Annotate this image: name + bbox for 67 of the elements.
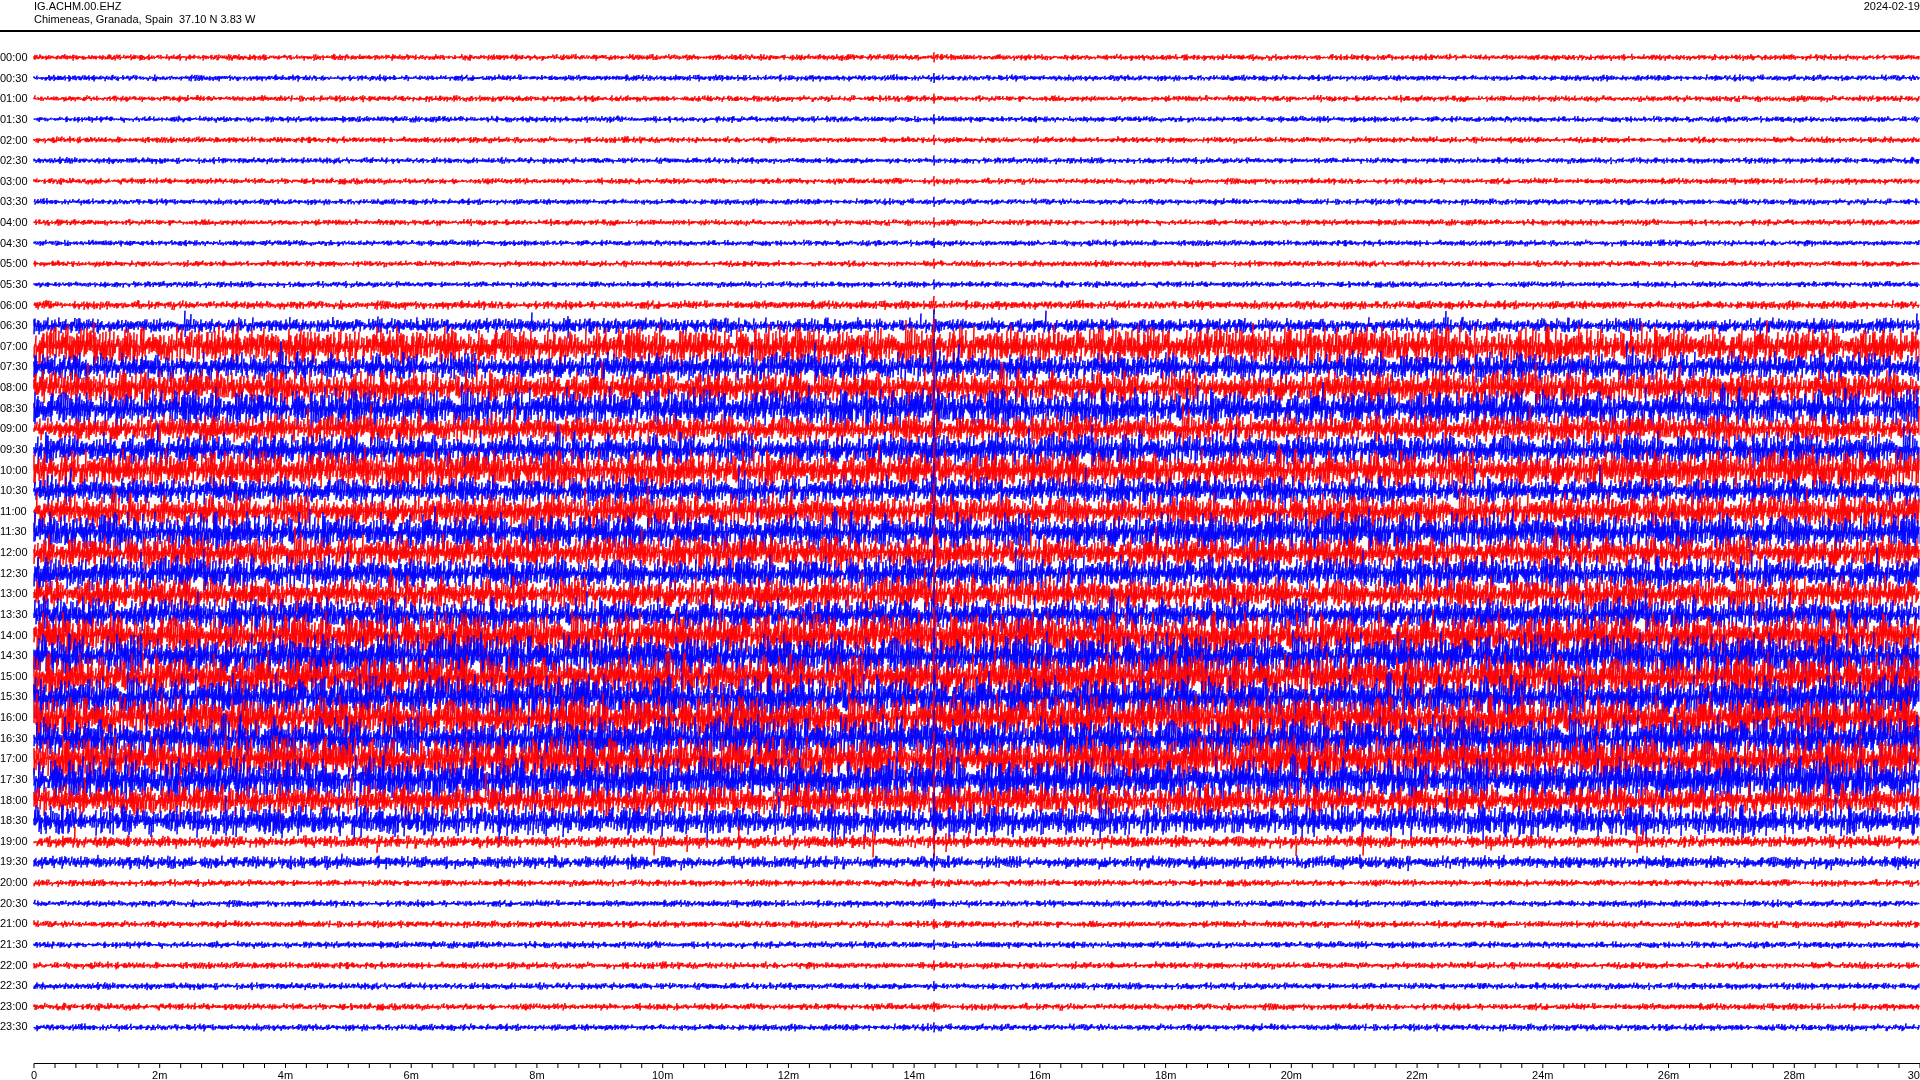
time-label: 21:30	[0, 936, 29, 952]
time-label: 03:00	[0, 173, 29, 189]
axis-tick-label: 10m	[651, 1069, 674, 1080]
time-label: 20:30	[0, 895, 29, 911]
axis-tick-label: 0	[30, 1069, 38, 1080]
axis-tick-label: 8m	[529, 1069, 545, 1080]
time-label: 05:00	[0, 256, 29, 272]
time-label: 14:30	[0, 648, 29, 664]
time-label: 22:30	[0, 978, 29, 994]
time-label: 04:00	[0, 215, 29, 230]
axis-tick-label: 18m	[1154, 1069, 1177, 1080]
time-label: 15:30	[0, 689, 29, 705]
time-label: 09:00	[0, 421, 29, 437]
time-label: 19:30	[0, 854, 29, 870]
station-location: Chimeneas, Granada, Spain 37.10 N 3.83 W	[34, 13, 256, 26]
axis-tick-label: 6m	[403, 1069, 419, 1080]
time-label: 00:30	[0, 70, 29, 86]
time-label: 12:30	[0, 565, 29, 581]
axis-tick-label: 26m	[1657, 1069, 1680, 1080]
time-label: 15:00	[0, 668, 29, 684]
axis-tick-label: 24m	[1532, 1069, 1554, 1080]
time-label: 10:30	[0, 483, 29, 499]
time-label: 13:00	[0, 586, 29, 602]
time-label: 01:00	[0, 91, 29, 107]
time-label: 23:00	[0, 998, 29, 1014]
time-label: 08:30	[0, 400, 29, 416]
time-label: 06:30	[0, 318, 29, 334]
time-label: 17:30	[0, 771, 29, 787]
axis-tick-label: 30	[1907, 1069, 1920, 1080]
time-label: 06:00	[0, 297, 29, 313]
time-label: 02:00	[0, 132, 29, 148]
time-label: 18:30	[0, 813, 29, 829]
time-label: 22:00	[0, 957, 29, 973]
station-code: IG.ACHM.00.EHZ	[34, 0, 123, 13]
time-label: 10:00	[0, 462, 29, 478]
time-label: 04:30	[0, 235, 29, 251]
time-label: 09:30	[0, 441, 29, 457]
time-label: 21:00	[0, 916, 29, 932]
axis-tick-label: 12m	[777, 1069, 800, 1080]
axis-tick-label: 16m	[1029, 1069, 1051, 1080]
time-label: 00:00	[0, 50, 29, 65]
axis-tick-label: 28m	[1783, 1069, 1805, 1080]
time-label: 20:00	[0, 875, 29, 890]
axis-tick-label: 4m	[277, 1069, 294, 1080]
time-label: 23:30	[0, 1019, 29, 1035]
axis-tick-label: 14m	[903, 1069, 925, 1080]
time-label: 16:30	[0, 730, 29, 746]
time-label: 07:00	[0, 338, 29, 354]
axis-tick-label: 20m	[1280, 1069, 1303, 1080]
time-label: 16:00	[0, 710, 29, 725]
time-label: 08:00	[0, 380, 29, 395]
time-label: 02:30	[0, 153, 29, 169]
time-label: 17:00	[0, 751, 29, 767]
time-label: 03:30	[0, 194, 29, 210]
time-label: 11:00	[0, 503, 28, 519]
axis-tick-label: 22m	[1406, 1069, 1428, 1080]
axis-tick-label: 2m	[152, 1069, 168, 1080]
time-label: 14:00	[0, 627, 29, 643]
time-label: 13:30	[0, 606, 29, 622]
time-label: 12:00	[0, 545, 29, 560]
time-label: 19:00	[0, 833, 29, 849]
date-label: 2024-02-19	[1863, 0, 1920, 14]
time-label: 07:30	[0, 359, 29, 375]
time-label: 01:30	[0, 111, 29, 127]
time-label: 05:30	[0, 276, 29, 292]
time-label: 18:00	[0, 792, 29, 808]
time-label: 11:30	[0, 524, 28, 540]
